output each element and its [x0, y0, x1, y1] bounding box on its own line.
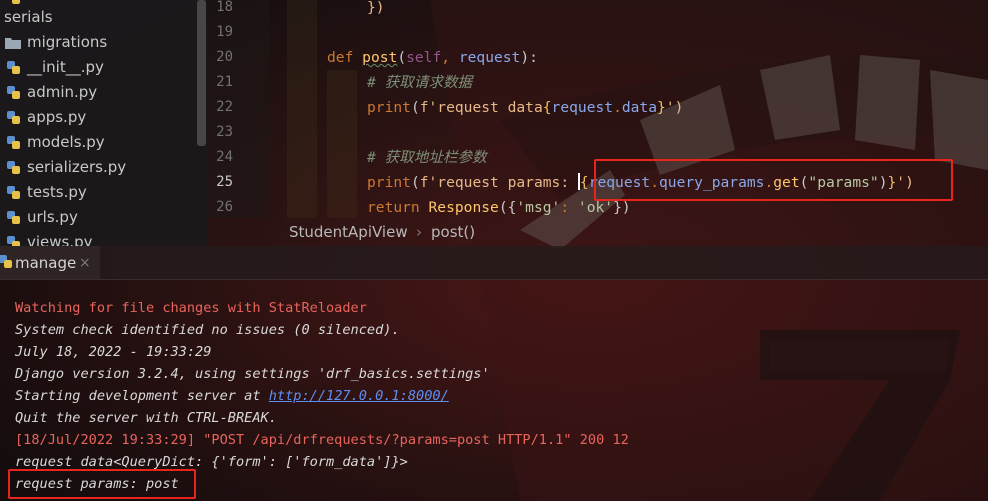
line-number: 18 [216, 0, 233, 15]
python-file-icon [7, 61, 20, 74]
tree-item-label: apps.py [27, 108, 87, 126]
code-text: def post(self, request): [327, 49, 538, 66]
code-comment: # 获取地址栏参数 [367, 149, 487, 166]
tree-item-models[interactable]: models.py [0, 130, 197, 155]
run-tab-bar: manage × [0, 246, 988, 280]
project-tree-scrollbar[interactable] [197, 0, 206, 146]
breadcrumb-item-method[interactable]: post() [431, 218, 475, 246]
code-text: return Response({'msg': 'ok'}) [367, 199, 631, 216]
console-line: Django version 3.2.4, using settings 'dr… [15, 366, 490, 382]
line-number: 23 [216, 124, 233, 140]
tree-item-apps[interactable]: apps.py [0, 105, 197, 130]
tree-item-label: __init__.py [27, 58, 104, 76]
code-line-19[interactable]: 19 [207, 20, 988, 45]
console-line: Quit the server with CTRL-BREAK. [15, 410, 277, 426]
project-tree-panel: serials migrations __init__.py admin.py … [0, 0, 207, 246]
tree-item-label: models.py [27, 133, 105, 151]
tab-label: manage [15, 254, 77, 272]
close-icon[interactable]: × [79, 246, 91, 280]
breadcrumb-separator: › [416, 223, 422, 241]
tree-item-migrations[interactable]: migrations [0, 30, 197, 55]
code-line-20[interactable]: 20 def post(self, request): [207, 45, 988, 70]
python-run-icon [0, 255, 12, 268]
code-comment: # 获取请求数据 [367, 74, 473, 91]
server-url-link[interactable]: http://127.0.0.1:8000/ [269, 388, 449, 404]
python-file-icon [7, 161, 20, 174]
python-file-icon [7, 236, 20, 246]
code-text: print(f'request data{request.data}') [367, 99, 684, 116]
tree-item-admin[interactable]: admin.py [0, 80, 197, 105]
code-highlight-box [594, 159, 953, 201]
tab-manage[interactable]: manage × [0, 246, 100, 279]
tree-item-label: admin.py [27, 83, 98, 101]
tree-item-label: tests.py [27, 183, 87, 201]
tree-item-label: serials [4, 8, 53, 26]
tree-item-views[interactable]: views.py [0, 230, 197, 246]
code-line-23[interactable]: 23 [207, 120, 988, 145]
python-file-icon [7, 86, 20, 99]
tree-item-label: views.py [27, 233, 93, 246]
tree-item-tests[interactable]: tests.py [0, 180, 197, 205]
console-line: System check identified no issues (0 sil… [15, 322, 400, 338]
console-highlight-box [8, 469, 196, 499]
code-line-18[interactable]: 18 }) [207, 0, 988, 20]
python-file-icon [7, 211, 20, 224]
line-number: 25 [216, 174, 233, 190]
line-number: 22 [216, 99, 233, 115]
tree-item-label: migrations [27, 33, 108, 51]
python-file-icon [7, 136, 20, 149]
tree-item-urls[interactable]: urls.py [0, 205, 197, 230]
tree-item-init[interactable]: __init__.py [0, 55, 197, 80]
folder-icon [5, 38, 21, 49]
tree-item-label: urls.py [27, 208, 78, 226]
code-editor[interactable]: 18 }) 19 20 def post(self, request): 21 … [207, 0, 988, 246]
console-line: Watching for file changes with StatReloa… [15, 300, 367, 316]
python-file-icon [7, 111, 20, 124]
code-line-21[interactable]: 21 # 获取请求数据 [207, 70, 988, 95]
line-number: 21 [216, 74, 233, 90]
line-number: 20 [216, 49, 233, 65]
tree-item-serials[interactable]: serials [0, 5, 197, 30]
console-line: Starting development server at http://12… [15, 388, 449, 404]
line-number: 19 [216, 24, 233, 40]
tree-item-label: serializers.py [27, 158, 127, 176]
run-console[interactable]: Watching for file changes with StatReloa… [0, 280, 988, 501]
code-line-22[interactable]: 22 print(f'request data{request.data}') [207, 95, 988, 120]
line-number: 26 [216, 199, 233, 215]
breadcrumb-item-class[interactable]: StudentApiView [289, 218, 408, 246]
console-line: [18/Jul/2022 19:33:29] "POST /api/drfreq… [15, 432, 629, 448]
breadcrumb: StudentApiView › post() [207, 218, 988, 246]
python-file-icon [7, 186, 20, 199]
console-line: July 18, 2022 - 19:33:29 [15, 344, 212, 360]
code-text: }) [367, 0, 385, 16]
tree-item-serializers[interactable]: serializers.py [0, 155, 197, 180]
line-number: 24 [216, 149, 233, 165]
